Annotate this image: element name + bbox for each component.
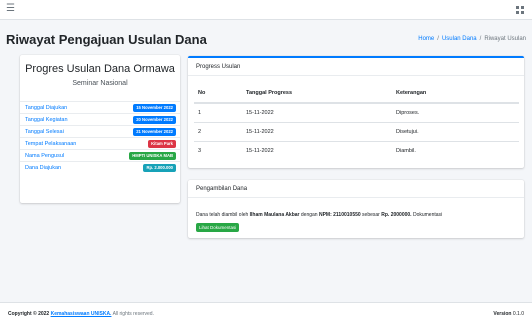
cell-no: 3	[194, 140, 242, 160]
tanggal-selesai-label[interactable]: Tanggal Selesai	[25, 129, 64, 135]
top-navbar: ☰	[0, 0, 532, 20]
dana-diajukan-label[interactable]: Dana Diajukan	[25, 165, 61, 171]
table-row: 1 15-11-2022 Diproses.	[194, 102, 519, 122]
cell-keterangan: Disetujui.	[392, 121, 519, 141]
breadcrumb-usulan-dana[interactable]: Usulan Dana	[442, 36, 477, 42]
breadcrumb: Home / Usulan Dana / Riwayat Usulan	[418, 36, 526, 42]
copyright-text: Copyright © 2022	[8, 311, 51, 317]
pengambilan-amount: Rp. 2000000.	[381, 212, 412, 218]
list-item: Dana Diajukan Rp. 2.000.000	[20, 161, 180, 173]
column-header-no: No	[194, 84, 242, 104]
cell-no: 1	[194, 102, 242, 122]
breadcrumb-current: Riwayat Usulan	[484, 36, 526, 42]
footer: Copyright © 2022 Kemahasiswaan UNISKA. A…	[0, 302, 532, 322]
table-row: 2 15-11-2022 Disetujui.	[194, 121, 519, 141]
list-item: Nama Pengusul HMPTI UNISKA MAB	[20, 149, 180, 161]
nama-pengusul-badge: HMPTI UNISKA MAB	[129, 151, 176, 160]
table-header-row: No Tanggal Progress Keterangan	[194, 84, 519, 104]
text-fragment: dengan	[299, 212, 319, 218]
cell-keterangan: Diproses.	[392, 102, 519, 122]
tanggal-kegiatan-label[interactable]: Tanggal Kegiatan	[25, 117, 68, 123]
pengambilan-dana-header: Pengambilan Dana	[188, 180, 524, 198]
page-title: Riwayat Pengajuan Usulan Dana	[6, 32, 207, 47]
column-header-tanggal: Tanggal Progress	[242, 84, 392, 104]
progress-table: No Tanggal Progress Keterangan 1 15-11-2…	[194, 84, 519, 160]
cell-no: 2	[194, 121, 242, 141]
text-fragment: sebesar	[360, 212, 382, 218]
dana-diajukan-badge: Rp. 2.000.000	[143, 163, 176, 172]
tempat-pelaksanaan-label[interactable]: Tempat Pelaksanaan	[25, 141, 76, 147]
column-header-keterangan: Keterangan	[392, 84, 519, 104]
footer-copyright: Copyright © 2022 Kemahasiswaan UNISKA. A…	[8, 311, 154, 317]
list-item: Tanggal Kegiatan 20 November 2022	[20, 113, 180, 125]
cell-keterangan: Diambil.	[392, 140, 519, 160]
list-item: Tanggal Selesai 21 November 2022	[20, 125, 180, 137]
pengambilan-dana-text: Dana telah diambil oleh Ilham Maulana Ak…	[196, 212, 442, 218]
footer-version: Version 0.1.0	[493, 311, 524, 317]
list-item: Tempat Pelaksanaan Kitam Park	[20, 137, 180, 149]
cell-tanggal: 15-11-2022	[242, 102, 392, 122]
progress-usulan-card: Progress Usulan No Tanggal Progress Kete…	[188, 56, 524, 168]
tanggal-selesai-badge: 21 November 2022	[133, 127, 176, 136]
progres-subtitle: Seminar Nasional	[72, 80, 128, 87]
footer-brand-link[interactable]: Kemahasiswaan UNISKA.	[51, 311, 112, 317]
tanggal-kegiatan-badge: 20 November 2022	[133, 115, 176, 124]
tanggal-diajukan-badge: 15 November 2022	[133, 103, 176, 112]
text-fragment: Dokumentasi	[411, 212, 443, 218]
nama-pengusul-label[interactable]: Nama Pengusul	[25, 153, 64, 159]
lihat-dokumentasi-button[interactable]: Lihat Dokumentasi	[196, 223, 240, 232]
breadcrumb-home[interactable]: Home	[418, 36, 434, 42]
progres-title: Progres Usulan Dana Ormawa	[25, 63, 175, 75]
cell-tanggal: 15-11-2022	[242, 121, 392, 141]
version-number: 0.1.0	[511, 311, 524, 317]
pengambil-name: Ilham Maulana Akbar	[249, 212, 300, 218]
grid-icon[interactable]	[516, 6, 524, 14]
version-label: Version	[493, 311, 512, 317]
tempat-pelaksanaan-badge: Kitam Park	[148, 139, 176, 148]
tanggal-diajukan-label[interactable]: Tanggal Diajukan	[25, 105, 67, 111]
hamburger-icon[interactable]: ☰	[6, 3, 15, 15]
text-fragment: Dana telah diambil oleh	[196, 212, 250, 218]
table-row: 3 15-11-2022 Diambil.	[194, 140, 519, 160]
pengambilan-dana-card: Pengambilan Dana Dana telah diambil oleh…	[188, 180, 524, 238]
cell-tanggal: 15-11-2022	[242, 140, 392, 160]
progress-usulan-header: Progress Usulan	[188, 58, 524, 76]
progres-card: Progres Usulan Dana Ormawa Seminar Nasio…	[20, 55, 180, 203]
pengambil-npm: NPM: 2110010550	[318, 212, 361, 218]
progres-list: Tanggal Diajukan 15 November 2022 Tangga…	[20, 101, 180, 173]
list-item: Tanggal Diajukan 15 November 2022	[20, 101, 180, 113]
rights-text: All rights reserved.	[111, 311, 154, 317]
